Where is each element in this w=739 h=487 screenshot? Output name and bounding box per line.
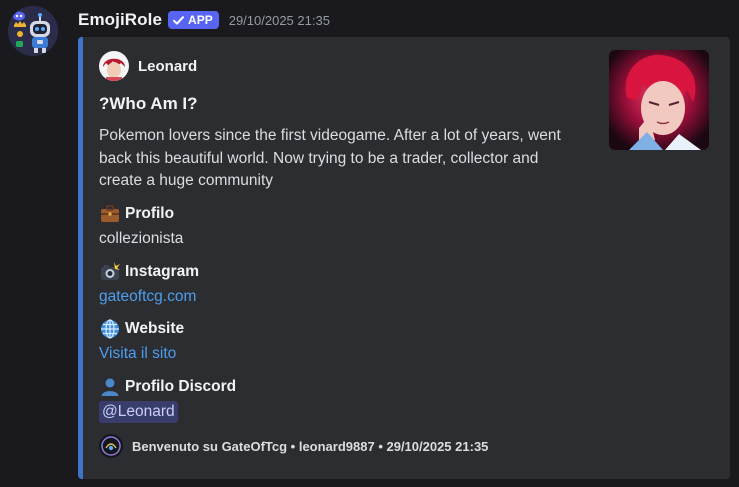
field-profilo-discord-value: @Leonard — [99, 401, 236, 423]
globe-icon — [101, 319, 119, 339]
embed-card: Leonard ?Who Am I? Pokemon lovers since … — [78, 37, 730, 479]
embed-description: Pokemon lovers since the first videogame… — [99, 127, 561, 189]
user-mention[interactable]: @Leonard — [99, 401, 178, 423]
embed-thumbnail[interactable] — [609, 50, 709, 150]
embed-title: ?Who Am I? — [99, 94, 198, 113]
field-instagram: Instagram gateoftcg.com — [99, 261, 199, 308]
camera-flash-icon — [101, 262, 120, 280]
instagram-link[interactable]: gateoftcg.com — [99, 286, 199, 308]
author-avatar[interactable] — [99, 51, 129, 81]
app-badge: APP — [168, 11, 219, 29]
field-website: Website Visita il sito — [99, 318, 184, 365]
footer-text: Benvenuto su GateOfTcg • leonard9887 • 2… — [132, 438, 489, 454]
briefcase-icon — [101, 205, 119, 222]
field-website-name: Website — [99, 318, 184, 340]
discord-logo-icon — [13, 11, 25, 21]
bot-username[interactable]: EmojiRole — [78, 10, 162, 30]
field-profilo: Profilo collezionista — [99, 203, 183, 250]
message-header: EmojiRole APP 29/10/2025 21:35 — [78, 6, 330, 34]
message-timestamp[interactable]: 29/10/2025 21:35 — [229, 13, 330, 28]
embed-footer: Benvenuto su GateOfTcg • leonard9887 • 2… — [99, 434, 488, 458]
field-profilo-discord: Profilo Discord @Leonard — [99, 376, 236, 423]
field-instagram-label: Instagram — [125, 263, 200, 280]
field-website-label: Website — [125, 320, 185, 337]
check-icon — [173, 15, 185, 25]
website-link[interactable]: Visita il sito — [99, 343, 184, 365]
author-name[interactable]: Leonard — [138, 58, 197, 75]
footer-server-icon — [99, 434, 123, 458]
field-profilo-discord-name: Profilo Discord — [99, 376, 236, 398]
field-profilo-discord-label: Profilo Discord — [125, 378, 237, 395]
chat-message: EmojiRole APP 29/10/2025 21:35 Leonard ?… — [0, 0, 739, 487]
field-profilo-name: Profilo — [99, 203, 183, 225]
field-instagram-name: Instagram — [99, 261, 199, 283]
app-badge-label: APP — [188, 13, 213, 27]
embed-author: Leonard — [99, 51, 197, 81]
field-profilo-label: Profilo — [125, 205, 175, 222]
user-silhouette-icon — [101, 378, 119, 396]
bot-avatar[interactable] — [8, 6, 58, 56]
field-profilo-value: collezionista — [99, 230, 184, 247]
